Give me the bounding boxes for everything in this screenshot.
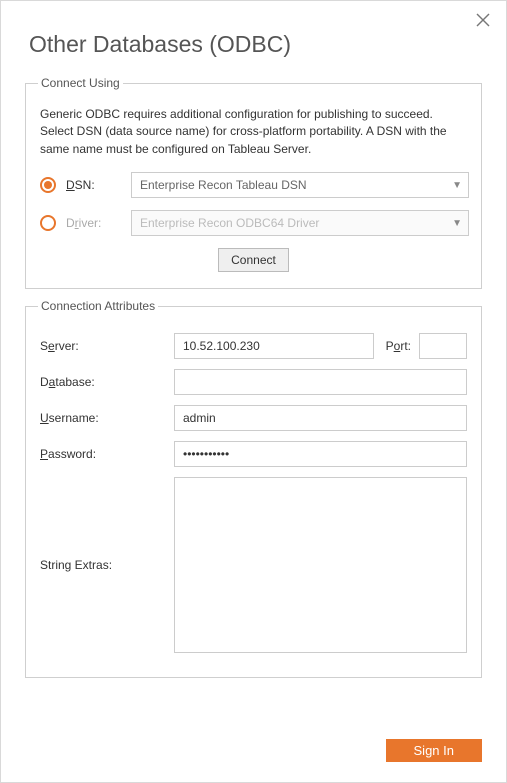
port-input[interactable] <box>419 333 467 359</box>
password-row: Password: <box>40 441 467 467</box>
dsn-dropdown-value: Enterprise Recon Tableau DSN <box>140 178 307 192</box>
driver-dropdown-value: Enterprise Recon ODBC64 Driver <box>140 216 319 230</box>
database-row: Database: <box>40 369 467 395</box>
driver-dropdown: Enterprise Recon ODBC64 Driver ▼ <box>131 210 469 236</box>
server-input[interactable] <box>174 333 374 359</box>
driver-radio-label: Driver: <box>66 216 121 230</box>
password-label: Password: <box>40 447 168 461</box>
connect-using-group: Connect Using Generic ODBC requires addi… <box>25 76 482 289</box>
string-extras-input[interactable] <box>174 477 467 653</box>
connection-attributes-group: Connection Attributes Server: Port: Data… <box>25 299 482 678</box>
database-label: Database: <box>40 375 168 389</box>
close-icon[interactable] <box>476 13 492 29</box>
chevron-down-icon: ▼ <box>452 218 462 229</box>
username-row: Username: <box>40 405 467 431</box>
connect-using-description: Generic ODBC requires additional configu… <box>40 106 467 158</box>
password-input[interactable] <box>174 441 467 467</box>
port-label: Port: <box>386 339 411 353</box>
connection-attributes-legend: Connection Attributes <box>38 299 158 313</box>
server-row: Server: Port: <box>40 333 467 359</box>
dsn-radio-label: DSN: <box>66 178 121 192</box>
server-label: Server: <box>40 339 168 353</box>
chevron-down-icon: ▼ <box>452 180 462 191</box>
string-extras-label: String Extras: <box>40 558 168 572</box>
connect-using-legend: Connect Using <box>38 76 123 90</box>
username-label: Username: <box>40 411 168 425</box>
dsn-dropdown[interactable]: Enterprise Recon Tableau DSN ▼ <box>131 172 469 198</box>
string-extras-row: String Extras: <box>40 477 467 653</box>
dsn-radio[interactable] <box>40 177 56 193</box>
dsn-radio-row[interactable]: DSN: Enterprise Recon Tableau DSN ▼ <box>40 172 469 198</box>
username-input[interactable] <box>174 405 467 431</box>
driver-radio-row[interactable]: Driver: Enterprise Recon ODBC64 Driver ▼ <box>40 210 469 236</box>
connect-button[interactable]: Connect <box>218 248 289 272</box>
database-input[interactable] <box>174 369 467 395</box>
driver-radio[interactable] <box>40 215 56 231</box>
dialog-title: Other Databases (ODBC) <box>1 1 506 76</box>
sign-in-button[interactable]: Sign In <box>386 739 482 762</box>
